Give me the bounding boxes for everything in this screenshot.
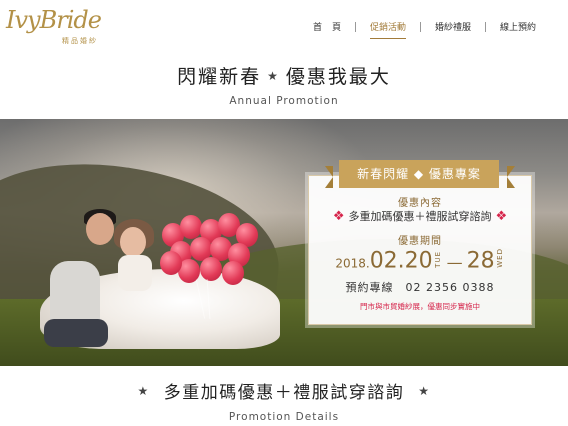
booking-hotline[interactable]: 預約專線 02 2356 0388 <box>309 279 531 295</box>
page-title-right: 優惠我最大 <box>285 66 391 88</box>
balloon <box>180 215 202 239</box>
groom-pants <box>44 319 108 347</box>
main-nav: 首頁 促銷活動 婚紗禮服 線上預約 <box>299 20 550 39</box>
groom-head <box>86 213 114 245</box>
star-icon: ★ <box>418 383 431 398</box>
page-title: 閃耀新春 ★ 優惠我最大 <box>177 62 391 89</box>
nav-item-promotion[interactable]: 促銷活動 <box>356 20 420 39</box>
ribbon-tail-left <box>325 166 333 188</box>
promo-card: 新春閃耀 ◆ 優惠專案 優惠內容 ❖ 多重加碼優惠＋禮服試穿諮詢 ❖ 優惠期間 20… <box>308 160 532 325</box>
promo-content: 多重加碼優惠＋禮服試穿諮詢 <box>348 210 492 223</box>
period-label: 優惠期間 <box>398 236 442 247</box>
period-dash: — <box>446 252 463 272</box>
promo-note: 門市與市貿婚紗展，優惠同步實施中 <box>360 302 480 311</box>
nav-item-home[interactable]: 首頁 <box>299 20 355 33</box>
balloon <box>222 261 244 285</box>
promo-banner: 新春閃耀 ◆ 優惠專案 <box>327 160 511 188</box>
page-title-left: 閃耀新春 <box>177 66 262 88</box>
bride-body <box>118 255 152 291</box>
details-title-text: 多重加碼優惠＋禮服試穿諮詢 <box>163 383 405 403</box>
balloon <box>200 257 222 281</box>
ribbon-tail-right <box>507 166 515 188</box>
nav-item-online-booking[interactable]: 線上預約 <box>486 20 550 33</box>
period-end-dow: WED <box>495 248 504 268</box>
hero-banner: 新春閃耀 ◆ 優惠專案 優惠內容 ❖ 多重加碼優惠＋禮服試穿諮詢 ❖ 優惠期間 20… <box>0 119 568 366</box>
logo[interactable]: IvyBride 精品婚紗 <box>6 6 110 46</box>
content-line: ❖ 多重加碼優惠＋禮服試穿諮詢 ❖ <box>309 208 531 224</box>
site-header: IvyBride 精品婚紗 首頁 促銷活動 婚紗禮服 線上預約 <box>0 0 568 56</box>
diamond-icon: ❖ <box>495 209 508 224</box>
period-year: 2018. <box>335 256 370 271</box>
logo-subtitle: 精品婚紗 <box>62 37 98 45</box>
content-label: 優惠內容 <box>398 198 442 209</box>
promo-period: 2018.02.20TUE —28WED <box>309 248 531 274</box>
star-icon: ★ <box>137 383 150 398</box>
diamond-icon: ❖ <box>332 209 345 224</box>
bride-head <box>120 227 146 257</box>
details-subtitle: Promotion Details <box>228 411 340 423</box>
balloon <box>160 251 182 275</box>
details-title: ★ 多重加碼優惠＋禮服試穿諮詢 ★ <box>123 378 444 403</box>
star-icon: ★ <box>267 68 280 83</box>
page-subtitle: Annual Promotion <box>229 95 339 107</box>
details-title-row: ★ 多重加碼優惠＋禮服試穿諮詢 ★ <box>0 378 568 403</box>
logo-script: IvyBride <box>6 6 102 34</box>
nav-item-wedding-gowns[interactable]: 婚紗禮服 <box>421 20 485 33</box>
period-start: 02.20 <box>369 248 433 274</box>
period-start-dow: TUE <box>433 250 442 268</box>
page-title-row: 閃耀新春 ★ 優惠我最大 <box>0 62 568 89</box>
period-end: 28 <box>466 248 495 274</box>
